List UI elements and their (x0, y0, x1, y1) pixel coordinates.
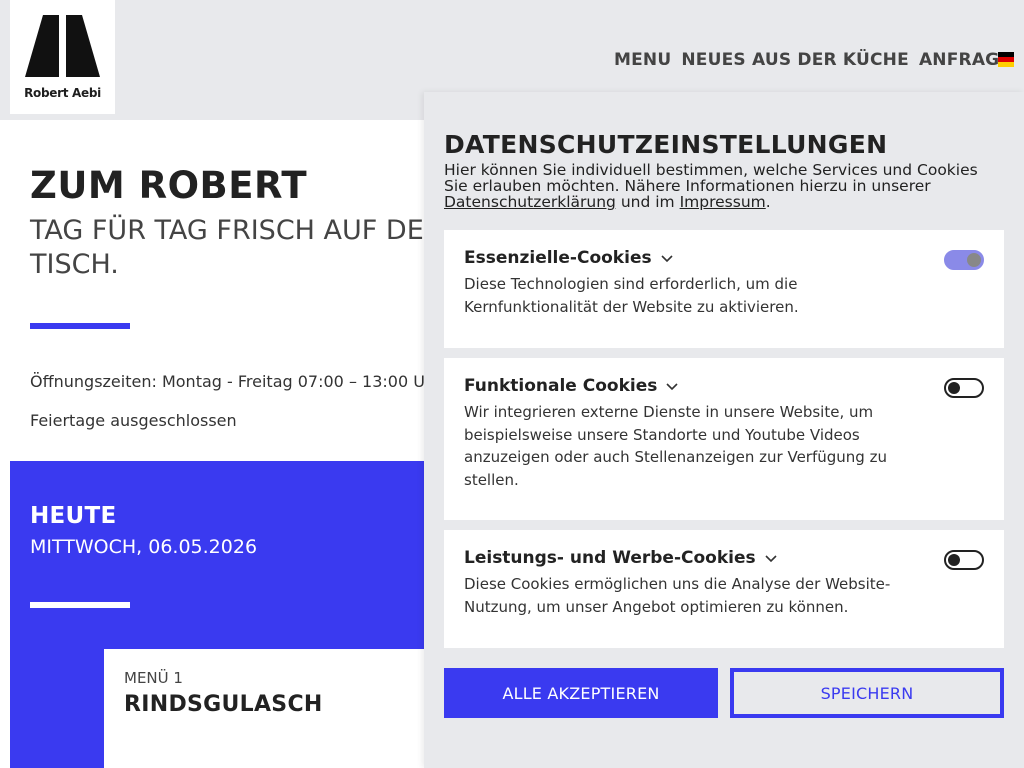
nav-item-neues-aus-der-kueche[interactable]: NEUES AUS DER KÜCHE (681, 50, 909, 70)
consent-intro-and: und im (620, 193, 675, 211)
consent-intro-end: . (765, 193, 771, 211)
chevron-down-icon (765, 555, 777, 563)
consent-title: DATENSCHUTZEINSTELLUNGEN (444, 130, 888, 159)
today-divider (30, 602, 130, 608)
robert-aebi-logo-icon (25, 15, 100, 77)
nav-item-menu[interactable]: MENU (614, 50, 671, 70)
essential-cookies-toggle[interactable] (944, 250, 984, 270)
logo[interactable]: Robert Aebi (10, 0, 115, 114)
opening-hours: Öffnungszeiten: Montag - Freitag 07:00 –… (30, 372, 442, 391)
category-header[interactable]: Leistungs- und Werbe-Cookies (464, 548, 778, 568)
menu-title: RINDSGULASCH (124, 692, 323, 717)
category-description: Wir integrieren externe Dienste in unser… (464, 403, 887, 489)
functional-cookies-toggle[interactable] (944, 378, 984, 398)
consent-intro: Hier können Sie individuell bestimmen, w… (444, 162, 1004, 210)
category-title: Essenzielle-Cookies (464, 248, 652, 268)
chevron-down-icon (661, 255, 673, 263)
holiday-note: Feiertage ausgeschlossen (30, 411, 237, 430)
menu-card[interactable]: MENÜ 1 RINDSGULASCH (104, 649, 424, 768)
category-title: Leistungs- und Werbe-Cookies (464, 548, 756, 568)
accent-divider (30, 323, 130, 329)
cookie-consent-panel: DATENSCHUTZEINSTELLUNGEN Hier können Sie… (424, 92, 1024, 768)
logo-text: Robert Aebi (24, 86, 101, 100)
menu-label: MENÜ 1 (124, 669, 183, 687)
category-header[interactable]: Essenzielle-Cookies (464, 248, 674, 268)
accept-all-button[interactable]: ALLE AKZEPTIEREN (444, 668, 718, 718)
privacy-policy-link[interactable]: Datenschutzerklärung (444, 193, 616, 211)
performance-cookies-toggle[interactable] (944, 550, 984, 570)
page-subtitle: TAG FÜR TAG FRISCH AUF DEN TISCH. (30, 215, 444, 280)
top-navigation: MENU NEUES AUS DER KÜCHE ANFRAGE (614, 50, 1011, 70)
category-title: Funktionale Cookies (464, 376, 658, 396)
toggle-knob (948, 554, 960, 566)
category-description: Diese Cookies ermöglichen uns die Analys… (464, 575, 891, 616)
toggle-knob (967, 253, 981, 267)
today-date: MITTWOCH, 06.05.2026 (30, 536, 258, 558)
page-title: ZUM ROBERT (30, 164, 308, 207)
german-flag-icon[interactable] (998, 52, 1014, 67)
consent-intro-text: Hier können Sie individuell bestimmen, w… (444, 161, 978, 195)
today-label: HEUTE (30, 503, 117, 529)
imprint-link[interactable]: Impressum (680, 193, 766, 211)
category-description: Diese Technologien sind erforderlich, um… (464, 275, 799, 316)
cookie-category-performance: Leistungs- und Werbe-Cookies Diese Cooki… (444, 530, 1004, 648)
cookie-category-functional: Funktionale Cookies Wir integrieren exte… (444, 358, 1004, 520)
save-button[interactable]: SPEICHERN (730, 668, 1004, 718)
chevron-down-icon (666, 383, 678, 391)
toggle-knob (948, 382, 960, 394)
cookie-category-essential: Essenzielle-Cookies Diese Technologien s… (444, 230, 1004, 348)
category-header[interactable]: Funktionale Cookies (464, 376, 679, 396)
